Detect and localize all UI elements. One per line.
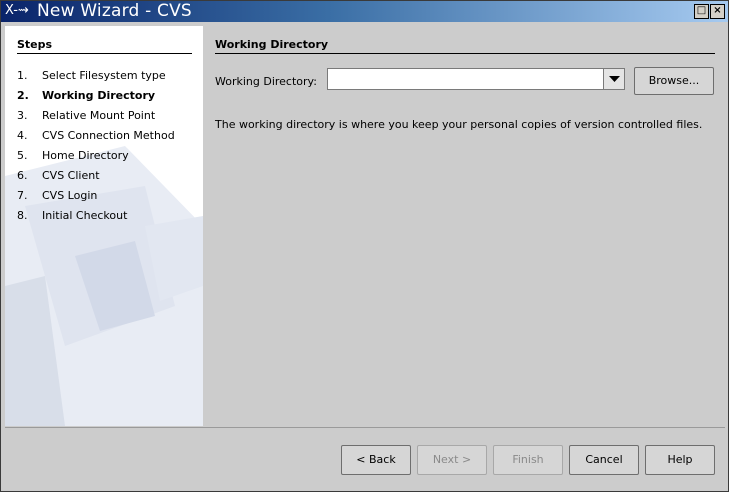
step-item: 1. Select Filesystem type	[17, 69, 197, 89]
wizard-window: X-⇝ New Wizard - CVS □ × Steps 1. Select …	[0, 0, 729, 492]
step-label: Relative Mount Point	[42, 109, 156, 122]
step-label: CVS Connection Method	[42, 129, 175, 142]
step-label: Initial Checkout	[42, 209, 128, 222]
working-directory-combo[interactable]	[327, 68, 625, 92]
step-number: 8.	[17, 209, 28, 222]
button-bar-separator	[5, 427, 725, 428]
step-item-current: 2. Working Directory	[17, 89, 197, 109]
cancel-button[interactable]: Cancel	[569, 445, 639, 475]
working-directory-input[interactable]	[327, 68, 603, 90]
step-item: 5. Home Directory	[17, 149, 197, 169]
dropdown-button[interactable]	[603, 68, 625, 90]
steps-heading: Steps	[17, 38, 53, 51]
next-button[interactable]: Next >	[417, 445, 487, 475]
window-menu-icon[interactable]: X-⇝	[5, 3, 35, 19]
help-button[interactable]: Help	[645, 445, 715, 475]
window-title: New Wizard - CVS	[37, 1, 192, 21]
title-bar[interactable]: X-⇝ New Wizard - CVS □ ×	[1, 1, 728, 22]
close-button[interactable]: ×	[710, 4, 725, 19]
step-label: CVS Login	[42, 189, 98, 202]
browse-button[interactable]: Browse...	[634, 67, 714, 95]
step-label: Home Directory	[42, 149, 129, 162]
description-text: The working directory is where you keep …	[215, 118, 703, 131]
chevron-down-icon	[609, 76, 620, 82]
step-item: 3. Relative Mount Point	[17, 109, 197, 129]
step-item: 8. Initial Checkout	[17, 209, 197, 229]
step-number: 1.	[17, 69, 28, 82]
step-number: 3.	[17, 109, 28, 122]
step-number: 4.	[17, 129, 28, 142]
steps-list: 1. Select Filesystem type 2. Working Direc…	[17, 69, 197, 229]
step-label: CVS Client	[42, 169, 100, 182]
step-number: 6.	[17, 169, 28, 182]
working-directory-label: Working Directory:	[215, 75, 317, 88]
steps-divider	[17, 53, 192, 54]
step-number: 2.	[17, 89, 29, 102]
content-panel: Working Directory Working Directory: Bro…	[203, 26, 725, 426]
step-number: 5.	[17, 149, 28, 162]
step-label: Select Filesystem type	[42, 69, 166, 82]
step-number: 7.	[17, 189, 28, 202]
steps-panel: Steps 1. Select Filesystem type 2. Working…	[5, 26, 203, 426]
step-item: 6. CVS Client	[17, 169, 197, 189]
finish-button[interactable]: Finish	[493, 445, 563, 475]
section-divider	[215, 53, 715, 54]
section-title: Working Directory	[215, 38, 329, 51]
back-button[interactable]: < Back	[341, 445, 411, 475]
maximize-button[interactable]: □	[694, 4, 709, 19]
step-label: Working Directory	[42, 89, 156, 102]
step-item: 4. CVS Connection Method	[17, 129, 197, 149]
step-item: 7. CVS Login	[17, 189, 197, 209]
